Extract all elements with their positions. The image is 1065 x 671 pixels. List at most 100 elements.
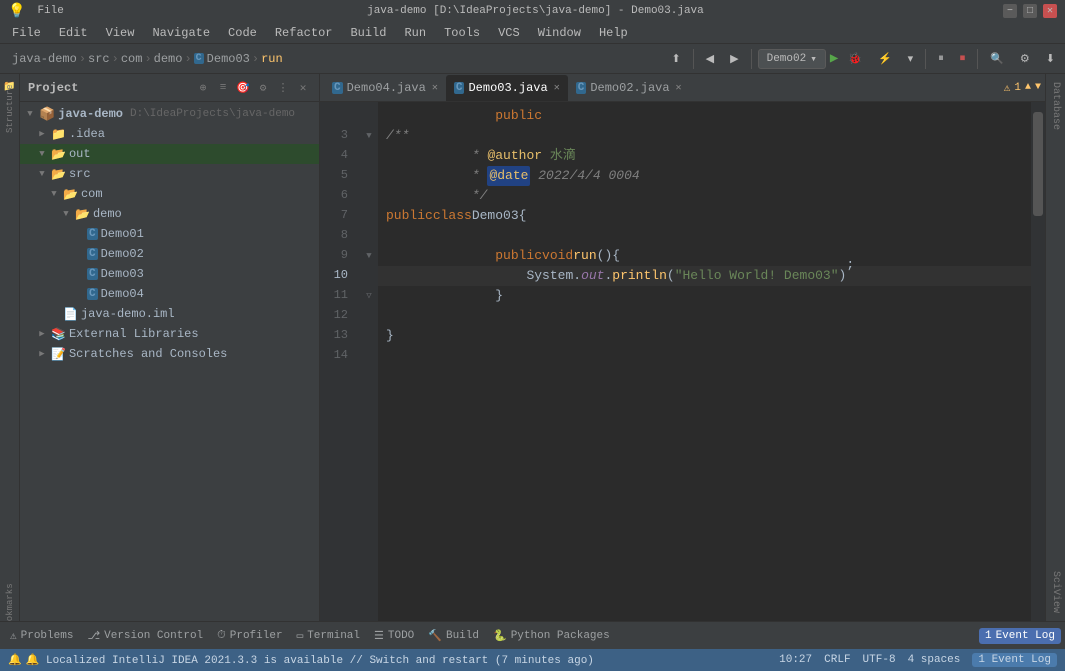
editor-scrollbar[interactable] [1031,102,1045,621]
update-button[interactable]: ⬇ [1040,48,1061,70]
run-config-dropdown-icon: ▾ [810,52,817,66]
tree-demo02-class[interactable]: C Demo02 [20,244,319,264]
sciview-panel-label[interactable]: SciView [1050,567,1061,617]
tree-scratches[interactable]: ▶ 📝 Scratches and Consoles [20,344,319,364]
structure-tool-icon[interactable]: Structure [1,100,19,118]
tree-demo03-class[interactable]: C Demo03 [20,264,319,284]
tab-demo04-label: Demo04.java [347,81,426,95]
pause-button[interactable]: ⏸ [932,48,950,70]
add-file-button[interactable]: ⊕ [195,80,211,96]
encoding[interactable]: UTF-8 [863,654,896,666]
tab-demo02-icon: C [576,82,587,94]
breadcrumb-demo[interactable]: demo [154,52,183,66]
search-everywhere-button[interactable]: 🔍 [984,48,1010,70]
tab-demo03-close[interactable]: ✕ [554,82,560,94]
todo-button[interactable]: ☰ TODO [368,627,420,645]
tree-external-libs[interactable]: ▶ 📚 External Libraries [20,324,319,344]
minimize-button[interactable]: − [1003,4,1017,18]
tree-arrow: ▼ [60,209,72,219]
profiler-button[interactable]: ⏱ Profiler [211,628,288,644]
line-num-3: 3 [320,126,354,146]
close-button[interactable]: ✕ [1043,4,1057,18]
debug-button[interactable]: 🐞 [842,48,868,70]
menu-view[interactable]: View [98,24,143,42]
toolbar: java-demo › src › com › demo › C Demo03 … [0,44,1065,74]
tree-demo-folder[interactable]: ▼ 📂 demo [20,204,319,224]
menu-navigate[interactable]: Navigate [144,24,218,42]
menu-tools[interactable]: Tools [436,24,488,42]
sidebar-more-button[interactable]: ⋮ [275,80,291,96]
menu-build[interactable]: Build [342,24,394,42]
stop-button[interactable]: ⏹ [954,48,972,70]
fold-11[interactable]: ▽ [360,286,378,306]
build-button[interactable]: 🔨 Build [422,627,485,645]
menu-run[interactable]: Run [396,24,434,42]
scrollbar-thumb[interactable] [1033,112,1043,216]
tree-iml-file[interactable]: 📄 java-demo.iml [20,304,319,324]
warning-up-arrow[interactable]: ▲ [1025,82,1031,93]
menu-window[interactable]: Window [530,24,589,42]
gear-settings-button[interactable]: ⚙ [255,80,271,96]
code-editor[interactable]: 3 4 5 6 7 8 9 10 11 12 13 14 ▼ [320,102,1045,621]
menu-file[interactable]: File [33,5,67,17]
code-content[interactable]: public /** * @author 水滴 * @date 2022/4/4… [378,102,1031,621]
version-control-button[interactable]: ⎇ Version Control [81,627,209,645]
warning-down-arrow[interactable]: ▼ [1035,82,1041,93]
tree-src-folder[interactable]: ▼ 📂 src [20,164,319,184]
vcs-update-button[interactable]: ⬆ [665,48,686,70]
breadcrumb-src[interactable]: src [88,52,110,66]
terminal-button[interactable]: ▭ Terminal [291,627,366,645]
tree-demo04-class[interactable]: C Demo04 [20,284,319,304]
status-message[interactable]: 🔔 Localized IntelliJ IDEA 2021.3.3 is av… [26,653,594,667]
breadcrumb-com[interactable]: com [121,52,143,66]
indent[interactable]: 4 spaces [908,654,961,666]
fold-9[interactable]: ▼ [360,246,378,266]
menu-help[interactable]: Help [591,24,636,42]
status-bar: 🔔 🔔 Localized IntelliJ IDEA 2021.3.3 is … [0,649,1065,671]
tree-com-folder[interactable]: ▼ 📂 com [20,184,319,204]
menu-code[interactable]: Code [220,24,265,42]
warning-icon: ⚠ [1004,81,1011,95]
more-run-button[interactable]: ▾ [902,48,920,70]
warning-indicator[interactable]: ⚠ 1 ▲ ▼ [1004,81,1041,95]
python-packages-button[interactable]: 🐍 Python Packages [487,627,616,645]
event-log-button[interactable]: 1 Event Log [979,628,1061,644]
database-panel-label[interactable]: Database [1050,78,1061,134]
breadcrumb-method[interactable]: run [261,52,283,66]
breadcrumb-class[interactable]: C Demo03 [194,52,250,66]
src-folder-icon: 📂 [51,167,66,182]
back-button[interactable]: ◀ [700,48,720,70]
cursor-position[interactable]: 10:27 [779,654,812,666]
menu-edit[interactable]: Edit [51,24,96,42]
status-left: 🔔 🔔 Localized IntelliJ IDEA 2021.3.3 is … [8,653,594,667]
tab-demo03[interactable]: C Demo03.java ✕ [446,75,568,101]
menu-vcs[interactable]: VCS [490,24,528,42]
sidebar-hide-button[interactable]: ✕ [295,80,311,96]
tree-demo01-class[interactable]: C Demo01 [20,224,319,244]
menu-file[interactable]: File [4,24,49,42]
tree-idea-folder[interactable]: ▶ 📁 .idea [20,124,319,144]
left-sidebar-icons: 📁 Structure Bookmarks [0,74,20,621]
maximize-button[interactable]: □ [1023,4,1037,18]
line-ending[interactable]: CRLF [824,654,850,666]
fold-3[interactable]: ▼ [360,126,378,146]
breadcrumb-project[interactable]: java-demo [12,52,77,66]
forward-button[interactable]: ▶ [724,48,744,70]
scroll-from-source-button[interactable]: 🎯 [235,80,251,96]
tree-root[interactable]: ▼ 📦 java-demo D:\IdeaProjects\java-demo [20,104,319,124]
todo-icon: ☰ [374,629,384,643]
event-log-status[interactable]: 1 Event Log [972,653,1057,667]
tab-demo02-close[interactable]: ✕ [676,82,682,94]
coverage-button[interactable]: ⚡ [872,48,898,70]
run-button[interactable]: ▶ [830,50,838,67]
bookmarks-icon[interactable]: Bookmarks [1,599,19,617]
menu-refactor[interactable]: Refactor [267,24,341,42]
tab-demo04-close[interactable]: ✕ [432,82,438,94]
tab-demo02[interactable]: C Demo02.java ✕ [568,75,690,101]
tab-demo04[interactable]: C Demo04.java ✕ [324,75,446,101]
run-config-selector[interactable]: Demo02 ▾ [758,49,826,69]
tree-out-folder[interactable]: ▼ 📂 out [20,144,319,164]
collapse-all-button[interactable]: ≡ [215,80,231,96]
settings-button[interactable]: ⚙ [1014,48,1036,70]
problems-button[interactable]: ⚠ Problems [4,627,79,645]
